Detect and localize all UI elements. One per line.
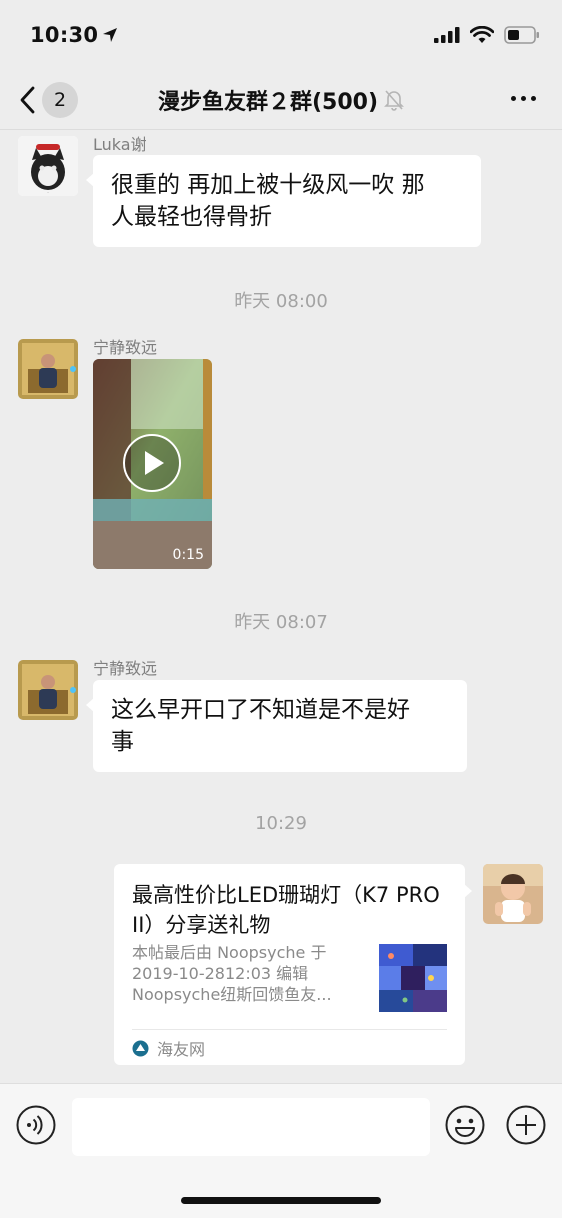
link-card-source-name: 海友网: [157, 1040, 206, 1059]
link-card-description: 本帖最后由 Noopsyche 于 2019-10-2812:03 编辑 Noo…: [132, 942, 364, 1005]
source-logo-icon: [132, 1040, 149, 1056]
link-card-thumbnail: [379, 944, 447, 1012]
sender-name: 宁静致远: [93, 659, 158, 678]
avatar-self[interactable]: [483, 864, 543, 924]
more-button[interactable]: [511, 96, 536, 101]
more-dot: [511, 96, 516, 101]
avatar-ningjing[interactable]: [18, 339, 78, 399]
back-button[interactable]: 2: [18, 82, 78, 118]
message-text-line: 这么早开口了不知道是不是好: [111, 697, 410, 723]
more-dot: [531, 96, 536, 101]
status-bar: 10:30: [0, 0, 562, 70]
chat-messages[interactable]: · Luka谢 很重的 再加上被十级风一吹 那 人最轻也得骨折 昨天 08:00…: [0, 131, 562, 1083]
unread-badge: 2: [42, 82, 78, 118]
message-input[interactable]: [72, 1098, 430, 1156]
message-text-line: 人最轻也得骨折: [111, 204, 272, 230]
sender-name: 宁静致远: [93, 338, 158, 357]
link-card-title: 最高性价比LED珊瑚灯（K7 PRO II）分享送礼物: [132, 883, 440, 937]
video-message[interactable]: 0:15: [93, 359, 212, 569]
video-duration: 0:15: [172, 547, 204, 563]
time-text: 10:30: [30, 23, 99, 47]
play-icon[interactable]: [122, 433, 182, 493]
plus-icon[interactable]: [506, 1105, 546, 1145]
link-card-desc-line: 本帖最后由 Noopsyche 于: [132, 943, 327, 962]
link-card-source: 海友网: [132, 1036, 205, 1060]
chevron-left-icon: [20, 86, 35, 114]
location-arrow-icon: [103, 28, 118, 42]
signal-icon: [434, 27, 460, 43]
link-card[interactable]: 最高性价比LED珊瑚灯（K7 PRO II）分享送礼物 本帖最后由 Noopsy…: [114, 864, 472, 1065]
chat-header: 2 漫步鱼友群２群(500): [0, 70, 562, 130]
timestamp: 10:29: [255, 813, 307, 834]
emoji-icon[interactable]: [445, 1105, 485, 1145]
home-indicator[interactable]: [181, 1197, 381, 1204]
more-dot: [521, 96, 526, 101]
bell-muted-icon: [384, 89, 404, 111]
svg-text:·: ·: [47, 190, 48, 195]
message-bubble[interactable]: 很重的 再加上被十级风一吹 那 人最轻也得骨折: [86, 155, 481, 247]
message-text-line: 事: [111, 729, 134, 755]
sender-name: Luka谢: [93, 135, 147, 154]
message-bubble[interactable]: 这么早开口了不知道是不是好 事: [86, 680, 467, 772]
timestamp: 昨天 08:00: [234, 291, 328, 312]
status-time: 10:30: [30, 23, 118, 47]
avatar-luka[interactable]: ·: [18, 136, 78, 196]
status-icons: [434, 26, 540, 44]
chat-title: 漫步鱼友群２群(500): [158, 84, 404, 116]
timestamp: 昨天 08:07: [234, 612, 328, 633]
link-card-desc-line: 2019-10-2812:03 编辑: [132, 964, 309, 983]
link-card-desc-line: Noopsyche纽斯回馈鱼友...: [132, 985, 332, 1004]
battery-icon: [504, 26, 539, 44]
chat-title-text: 漫步鱼友群２群(500): [157, 89, 379, 115]
link-card-divider: [132, 1029, 447, 1030]
voice-icon[interactable]: [16, 1105, 56, 1145]
wifi-icon: [470, 26, 494, 43]
message-text-line: 很重的 再加上被十级风一吹 那: [111, 172, 425, 198]
avatar-ningjing[interactable]: [18, 660, 78, 720]
